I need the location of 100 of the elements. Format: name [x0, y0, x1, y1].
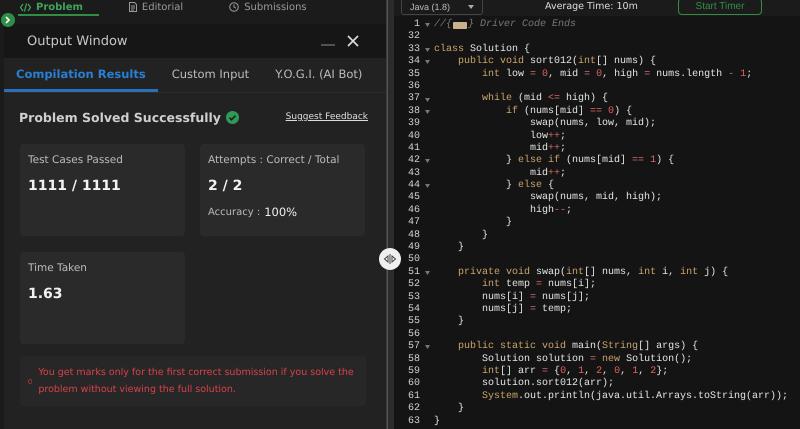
line-number: 43	[406, 168, 420, 180]
code-line: } else {	[505, 180, 554, 192]
accuracy-value: 100%	[264, 205, 298, 219]
line-number: 41	[406, 142, 420, 155]
stat-label: Attempts : Correct / Total	[208, 154, 340, 166]
code-line: public static void main(String[] args) {	[457, 341, 698, 354]
code-line: solution.sort012(arr);	[481, 378, 614, 390]
line-number: 48	[406, 230, 420, 242]
info-icon	[28, 378, 32, 384]
code-line: int[] arr = {0, 1, 2, 0, 1, 2};	[481, 366, 668, 378]
code-line: public void sort012(int[] nums) {	[457, 56, 656, 68]
code-line: high--;	[529, 204, 572, 218]
notice-text: You get marks only for the first correct submission if you solve the problem without viewing the full solution.	[38, 366, 355, 397]
output-tab[interactable]: Custom Input	[160, 58, 262, 92]
line-number: 51	[406, 266, 420, 279]
dropdown-caret-icon	[468, 4, 474, 8]
suggest-feedback-link[interactable]: Suggest Feedback	[286, 112, 368, 122]
line-number: 55	[406, 316, 420, 329]
line-number: 1	[412, 19, 420, 31]
start-timer-button[interactable]: Start Timer	[678, 0, 762, 15]
fold-arrow-icon[interactable]	[424, 48, 430, 52]
fold-arrow-icon[interactable]	[424, 110, 430, 114]
line-number: 33	[406, 44, 420, 56]
line-number: 42	[406, 155, 420, 168]
code-line: while (mid <= high) {	[481, 93, 608, 106]
code-line: mid++;	[529, 168, 566, 180]
output-tab[interactable]: Compilation Results	[4, 58, 158, 92]
fold-arrow-icon[interactable]	[424, 159, 430, 164]
fold-arrow-icon[interactable]	[424, 271, 430, 275]
fold-arrow-icon[interactable]	[424, 23, 430, 28]
line-number: 36	[406, 80, 420, 93]
line-number: 32	[406, 31, 420, 44]
language-dropdown[interactable]: Java (1.8)	[401, 0, 483, 15]
line-number: 38	[406, 106, 420, 118]
document-icon	[128, 2, 137, 12]
stat-value: 2 / 2	[208, 178, 244, 194]
status-message: Problem Solved Successfully	[19, 110, 221, 124]
line-number: 40	[406, 130, 420, 143]
line-number: 54	[406, 304, 420, 316]
code-line: low++;	[529, 130, 566, 142]
code-line: }	[434, 416, 440, 428]
code-line: swap(nums, low, mid);	[529, 118, 656, 130]
stat-label: Test Cases Passed	[28, 154, 124, 166]
line-number: 57	[406, 341, 420, 354]
line-number: 59	[406, 366, 420, 378]
fold-arrow-icon[interactable]	[424, 60, 430, 64]
code-line: if (nums[mid] == 0) {	[505, 106, 632, 118]
line-number: 44	[406, 180, 420, 192]
output-tab[interactable]: Y.O.G.I. (AI Bot)	[263, 58, 374, 92]
line-number: 63	[406, 416, 420, 428]
line-number: 58	[406, 354, 420, 366]
code-line: }	[505, 217, 512, 230]
average-time: Average Time: 10m	[545, 0, 638, 13]
stat-value: 1.63	[28, 286, 64, 302]
line-number: 62	[406, 403, 420, 416]
code-line: } else if (nums[mid] == 1) {	[505, 155, 674, 168]
line-number: 50	[406, 254, 420, 267]
code-icon	[20, 2, 31, 12]
code-line: Solution solution = new Solution();	[481, 354, 692, 366]
fold-arrow-icon[interactable]	[424, 98, 430, 102]
line-number: 52	[406, 279, 420, 292]
code-line: nums[j] = temp;	[481, 304, 572, 316]
fold-arrow-icon[interactable]	[424, 345, 430, 350]
line-number: 37	[406, 93, 420, 106]
accuracy-label: Accuracy :	[208, 206, 260, 218]
line-number: 61	[406, 390, 420, 403]
stat-value: 1111 / 1111	[28, 178, 122, 194]
collapsed-code-icon[interactable]	[453, 22, 468, 29]
resize-arrows-icon	[383, 254, 397, 264]
line-number: 46	[406, 204, 420, 217]
minimize-icon	[321, 44, 335, 46]
fold-arrow-icon[interactable]	[424, 184, 430, 188]
line-number: 49	[406, 242, 420, 254]
code-line: int temp = nums[i];	[481, 279, 596, 292]
code-line: mid++;	[529, 142, 566, 154]
close-icon	[347, 35, 359, 47]
code-line: System.out.println(java.util.Arrays.toString(arr));	[481, 390, 788, 404]
window-title: Output Window	[27, 34, 129, 48]
code-line: nums[i] = nums[j];	[481, 292, 590, 304]
problem-tab[interactable]: Problem	[18, 0, 99, 16]
problem-tab[interactable]: Editorial	[126, 0, 200, 16]
clock-icon	[229, 2, 240, 12]
chevron-right-icon	[5, 16, 11, 24]
line-number: 56	[406, 328, 420, 341]
close-button[interactable]	[347, 35, 359, 47]
line-number: 35	[406, 68, 420, 81]
code-line: }	[457, 316, 464, 329]
line-number: 60	[406, 378, 420, 391]
code-line: }	[481, 230, 488, 242]
check-circle-icon	[226, 110, 239, 124]
code-line: private void swap(int[] nums, int i, int j) {	[457, 266, 728, 278]
line-number: 39	[406, 118, 420, 131]
line-number: 47	[406, 217, 420, 230]
code-line: int low = 0, mid = 0, high = nums.length - 1;	[481, 68, 752, 81]
stat-label: Time Taken	[28, 262, 88, 274]
code-line: class Solution {	[434, 44, 530, 56]
problem-tab[interactable]: Submissions	[227, 0, 323, 16]
code-line: }	[457, 242, 464, 254]
code-line: }	[457, 403, 464, 416]
line-number: 45	[406, 192, 420, 205]
